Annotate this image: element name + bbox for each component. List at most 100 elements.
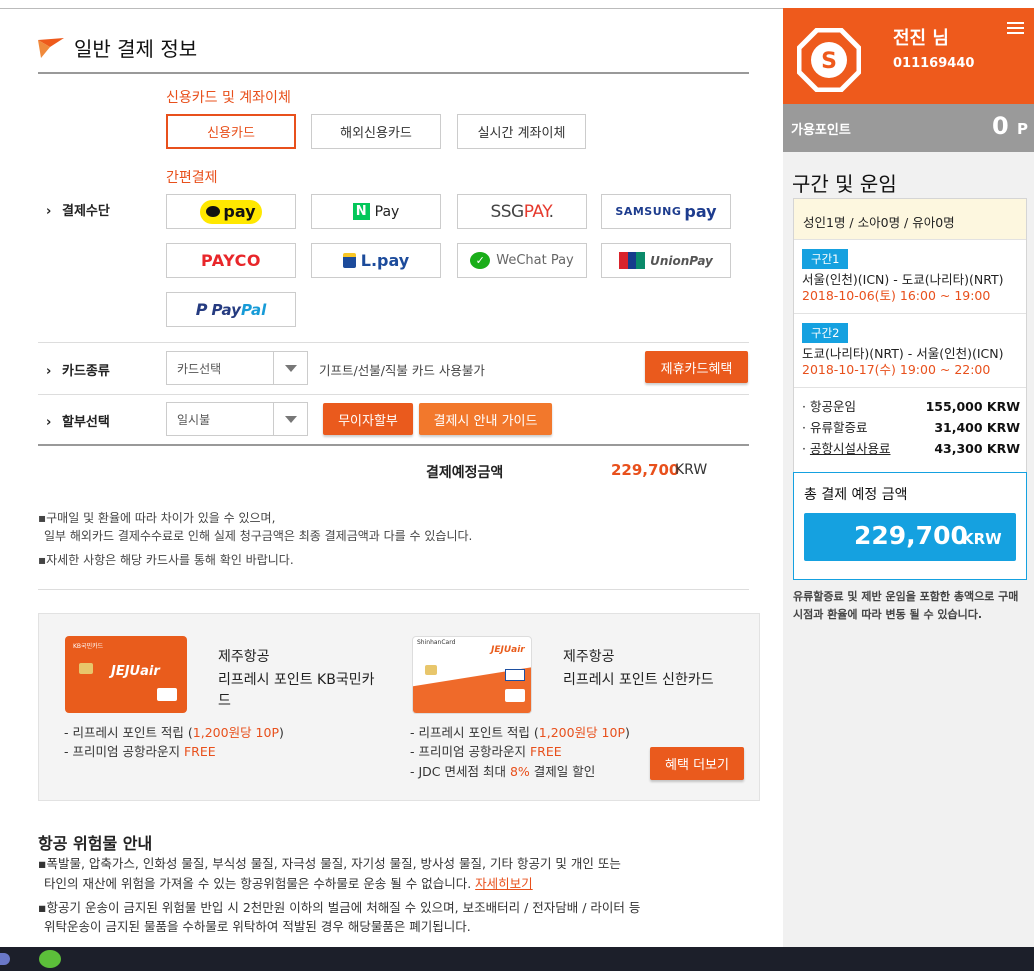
- chevron-down-icon: [273, 352, 307, 384]
- shinhan-issuer: ShinhanCard: [417, 639, 456, 646]
- segment-time: 2018-10-17(수) 19:00 ~ 22:00: [802, 362, 991, 377]
- title-divider: [38, 72, 749, 74]
- shinhan-card-brand: JEJUair: [491, 645, 525, 655]
- points-label: 가용포인트: [791, 123, 851, 138]
- kb-benefit-1: - 리프레시 포인트 적립 (1,200원당 10P): [64, 725, 284, 740]
- segment-badge: 구간2: [802, 323, 849, 343]
- paypal-icon: P: [195, 300, 208, 319]
- installment-label: › 할부선택: [46, 415, 110, 430]
- payment-method-label: › 결제수단: [46, 204, 110, 219]
- fare-row: · 항공운임 155,000 KRW: [802, 399, 1020, 414]
- shinhan-card-name-line2: 리프레시 포인트 신한카드: [563, 672, 714, 688]
- dangerous-goods-line1: ▪폭발물, 압축가스, 인화성 물질, 부식성 물질, 자극성 물질, 자기성 …: [38, 856, 621, 871]
- payco-button[interactable]: PAYCO: [166, 243, 296, 278]
- card-group-title: 신용카드 및 계좌이체: [166, 90, 291, 106]
- samsung-pay-button[interactable]: SAMSUNG pay: [601, 194, 731, 229]
- user-name: 전진 님: [893, 28, 949, 49]
- card-select[interactable]: 카드선택: [166, 351, 308, 385]
- section-title: 일반 결제 정보: [74, 37, 198, 61]
- segment-route: 도쿄(나리타)(NRT) - 서울(인천)(ICN): [802, 346, 1004, 361]
- dangerous-goods-title: 항공 위험물 안내: [38, 834, 153, 853]
- row-divider: [38, 394, 749, 395]
- user-logo-icon: S: [796, 27, 862, 93]
- card-promo-panel: KB국민카드 JEJUair 제주항공 리프레시 포인트 KB국민카 드 Shi…: [38, 613, 760, 801]
- segment-time: 2018-10-06(토) 16:00 ~ 19:00: [802, 288, 991, 303]
- foreign-card-button[interactable]: 해외신용카드: [311, 114, 441, 149]
- segment-badge: 구간1: [802, 249, 849, 269]
- kb-card-image: KB국민카드 JEJUair: [65, 636, 187, 713]
- section-header: 일반 결제 정보: [38, 33, 197, 62]
- wechat-pay-button[interactable]: ✓ WeChat Pay: [457, 243, 587, 278]
- passenger-count: 성인1명 / 소아0명 / 유아0명: [794, 199, 1026, 240]
- airport-fee-link[interactable]: 공항시설사용료: [810, 441, 891, 456]
- kakao-pay-button[interactable]: pay: [166, 194, 296, 229]
- guide-button[interactable]: 결제시 안내 가이드: [419, 403, 552, 435]
- installment-select[interactable]: 일시불: [166, 402, 308, 436]
- card-type-label: › 카드종류: [46, 364, 110, 379]
- total-amount: 229,700: [854, 521, 968, 550]
- dangerous-goods-line4: 위탁운송이 금지된 물품을 수하물로 위탁하여 적발된 경우 해당물품은 폐기됩…: [44, 919, 471, 934]
- page: 일반 결제 정보 › 결제수단 신용카드 및 계좌이체 신용카드 해외신용카드 실…: [0, 0, 1034, 971]
- bank-transfer-button[interactable]: 실시간 계좌이체: [457, 114, 586, 149]
- expected-currency: KRW: [675, 462, 708, 478]
- main-content: 일반 결제 정보 › 결제수단 신용카드 및 계좌이체 신용카드 해외신용카드 실…: [0, 0, 783, 947]
- kb-card-brand: JEJUair: [111, 664, 160, 679]
- shinhan-benefit-3: - JDC 면세점 최대 8% 결제일 할인: [410, 764, 596, 779]
- easy-pay-title: 간편결제: [166, 170, 218, 186]
- ssg-pay-button[interactable]: SSGPAY.: [457, 194, 587, 229]
- row-divider: [38, 342, 749, 343]
- notes-divider: [38, 589, 749, 590]
- start-icon[interactable]: [0, 953, 10, 965]
- itinerary-box: 성인1명 / 소아0명 / 유아0명 구간1 서울(인천)(ICN) - 도쿄(…: [793, 198, 1027, 473]
- segment-2: 구간2 도쿄(나리타)(NRT) - 서울(인천)(ICN) 2018-10-1…: [794, 314, 1026, 388]
- credit-card-button[interactable]: 신용카드: [166, 114, 296, 149]
- shinhan-benefit-1: - 리프레시 포인트 적립 (1,200원당 10P): [410, 725, 630, 740]
- total-amount-panel: 229,700 KRW: [804, 513, 1016, 561]
- details-link[interactable]: 자세히보기: [475, 876, 533, 891]
- unionpay-button[interactable]: UnionPay: [601, 243, 731, 278]
- fare-row: · 유류할증료 31,400 KRW: [802, 420, 1020, 435]
- dangerous-goods-line2: 타인의 재산에 위험을 가져올 수 있는 항공위험물은 수하물로 운송 될 수 …: [44, 876, 533, 891]
- shinhan-card-name-line1: 제주항공: [563, 649, 615, 665]
- card-notice: 기프트/선불/직불 카드 사용불가: [319, 363, 485, 378]
- sidebar-title: 구간 및 운임: [792, 172, 897, 196]
- user-id: 011169440: [893, 56, 975, 71]
- naver-icon: N: [352, 203, 370, 220]
- svg-text:S: S: [821, 49, 837, 74]
- kb-card-name-line2: 리프레시 포인트 KB국민카: [218, 672, 375, 688]
- menu-icon[interactable]: [1007, 22, 1024, 35]
- lpay-button[interactable]: L.pay: [311, 243, 441, 278]
- partner-card-button[interactable]: 제휴카드혜택: [645, 351, 748, 383]
- unionpay-icon: [619, 252, 646, 269]
- flag-icon: [38, 37, 64, 58]
- user-header: S 전진 님 011169440: [783, 8, 1034, 104]
- no-interest-button[interactable]: 무이자할부: [323, 403, 413, 435]
- more-benefits-button[interactable]: 혜택 더보기: [650, 747, 744, 780]
- sidebar-note: 유류할증료 및 제반 운임을 포함한 총액으로 구매시점과 환율에 따라 변동 …: [793, 590, 1019, 621]
- summary-sidebar: S 전진 님 011169440 가용포인트 0 P 구간 및 운임 성인1명 …: [783, 8, 1034, 947]
- app-icon[interactable]: [39, 950, 61, 968]
- expected-amount-label: 결제예정금액: [426, 465, 504, 481]
- total-currency: KRW: [962, 530, 1002, 548]
- note-3: ▪자세한 사항은 해당 카드사를 통해 확인 바랍니다.: [38, 553, 294, 567]
- paypal-button[interactable]: P Pay Pal: [166, 292, 296, 327]
- naver-pay-button[interactable]: N Pay: [311, 194, 441, 229]
- note-2: 일부 해외카드 결제수수료로 인해 실제 청구금액은 최종 결제금액과 다를 수…: [44, 529, 473, 543]
- chevron-down-icon: [273, 403, 307, 435]
- total-divider: [38, 444, 749, 446]
- lpay-icon: [342, 253, 356, 268]
- segment-route: 서울(인천)(ICN) - 도쿄(나리타)(NRT): [802, 272, 1004, 287]
- segment-1: 구간1 서울(인천)(ICN) - 도쿄(나리타)(NRT) 2018-10-0…: [794, 240, 1026, 314]
- points-value: 0 P: [991, 112, 1028, 140]
- dangerous-goods-line3: ▪항공기 운송이 금지된 위험물 반입 시 2천만원 이하의 벌금에 처해질 수…: [38, 900, 641, 915]
- kakao-pay-logo: pay: [200, 199, 262, 224]
- wechat-icon: ✓: [470, 252, 491, 269]
- fare-row: · 공항시설사용료 43,300 KRW: [802, 441, 1020, 456]
- points-bar: 가용포인트 0 P: [783, 104, 1034, 152]
- total-label: 총 결제 예정 금액: [804, 487, 908, 503]
- kb-benefit-2: - 프리미엄 공항라운지 FREE: [64, 744, 216, 759]
- taskbar: [0, 947, 1034, 971]
- kb-card-name-line3: 드: [218, 693, 231, 709]
- shinhan-benefit-2: - 프리미엄 공항라운지 FREE: [410, 744, 562, 759]
- shinhan-card-image: ShinhanCard JEJUair: [412, 636, 532, 714]
